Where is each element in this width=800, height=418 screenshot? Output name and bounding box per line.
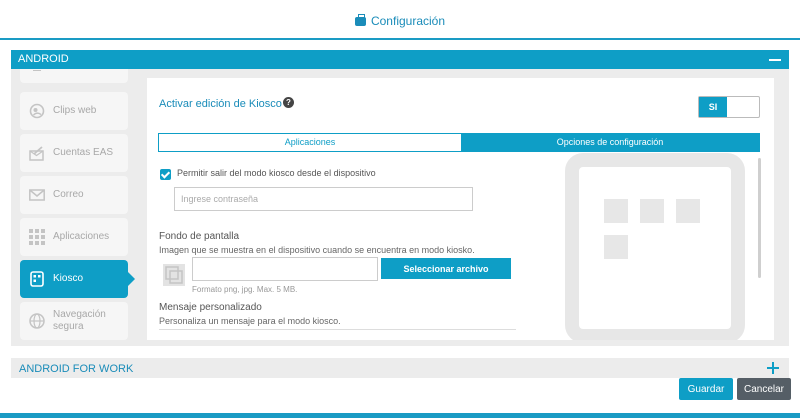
top-header: Configuración: [0, 0, 800, 40]
select-file-button[interactable]: Seleccionar archivo: [381, 258, 511, 279]
message-field-border: [159, 329, 516, 330]
eas-account-icon: [29, 146, 44, 161]
custom-message-description: Personaliza un mensaje para el modo kios…: [159, 316, 341, 326]
page-title: Configuración: [0, 14, 800, 28]
globe-icon: [29, 313, 45, 329]
kiosk-settings-card: Activar edición de Kiosco ? SI Aplicacio…: [147, 78, 774, 340]
android-for-work-title: ANDROID FOR WORK: [19, 363, 134, 375]
password-input[interactable]: [174, 187, 473, 211]
sidebar-item-mail[interactable]: Correo: [20, 176, 128, 214]
kiosk-toggle[interactable]: SI: [698, 96, 760, 118]
sidebar-item-hidden[interactable]: [20, 69, 128, 83]
custom-message-title: Mensaje personalizado: [159, 302, 262, 313]
page-title-text: Configuración: [370, 14, 446, 28]
sidebar-item-label: Clips web: [53, 105, 97, 116]
minus-icon[interactable]: [769, 59, 781, 61]
partial-icon: [33, 70, 41, 71]
kiosk-icon: [30, 271, 44, 287]
sidebar-item-safe-browsing[interactable]: Navegación segura: [20, 302, 128, 340]
tablet-background-icon: [565, 153, 745, 340]
allow-exit-checkbox[interactable]: [160, 169, 171, 180]
image-placeholder-icon: [163, 264, 185, 286]
android-panel-header[interactable]: ANDROID: [11, 50, 789, 69]
sidebar-item-label: Kiosco: [53, 273, 84, 284]
save-button[interactable]: Guardar: [679, 378, 733, 400]
help-icon[interactable]: ?: [283, 97, 294, 108]
briefcase-icon: [354, 14, 366, 26]
android-panel-title: ANDROID: [18, 53, 69, 65]
sidebar-item-kiosk[interactable]: Kiosco: [20, 260, 135, 298]
kiosk-heading: Activar edición de Kiosco: [159, 98, 282, 110]
sidebar-item-label: Correo: [53, 189, 84, 200]
android-panel: ANDROID Clips web Cuentas EAS Correo Apl…: [11, 50, 789, 346]
wallpaper-description: Imagen que se muestra en el dispositivo …: [159, 245, 475, 255]
tab-applications[interactable]: Aplicaciones: [159, 134, 461, 151]
sidebar-item-label: Navegación segura: [53, 309, 106, 332]
sidebar-item-label: Cuentas EAS: [53, 147, 114, 158]
scrollbar[interactable]: [758, 158, 761, 278]
plus-icon[interactable]: [767, 362, 779, 374]
file-input[interactable]: [192, 257, 378, 281]
sidebar-item-eas-accounts[interactable]: Cuentas EAS: [20, 134, 128, 172]
mail-icon: [29, 189, 45, 201]
android-for-work-panel[interactable]: ANDROID FOR WORK: [11, 358, 789, 378]
cancel-button[interactable]: Cancelar: [737, 378, 791, 400]
allow-exit-label: Permitir salir del modo kiosco desde el …: [177, 168, 376, 178]
apps-grid-icon: [29, 229, 45, 245]
sidebar-item-web-clips[interactable]: Clips web: [20, 92, 128, 130]
bottom-divider: [0, 413, 800, 418]
sidebar: Clips web Cuentas EAS Correo Aplicacione…: [20, 69, 138, 346]
wallpaper-title: Fondo de pantalla: [159, 231, 240, 242]
tab-configuration-options[interactable]: Opciones de configuración: [461, 134, 759, 151]
format-hint: Formato png, jpg. Max. 5 MB.: [192, 285, 298, 294]
web-clip-icon: [29, 103, 45, 119]
toggle-on-label: SI: [699, 97, 727, 117]
tabs: Aplicaciones Opciones de configuración: [158, 133, 760, 152]
sidebar-item-apps[interactable]: Aplicaciones: [20, 218, 128, 256]
sidebar-item-label: Aplicaciones: [53, 231, 110, 242]
